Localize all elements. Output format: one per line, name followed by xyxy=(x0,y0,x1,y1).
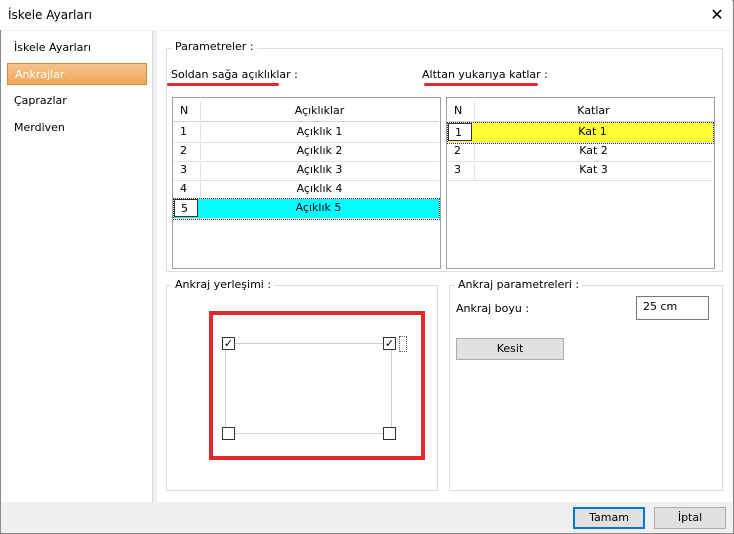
spans-table[interactable]: N Açıklıklar 1 Açıklık 1 2 Açıklık 2 3 A… xyxy=(172,97,441,269)
row-n: 2 xyxy=(180,144,187,157)
anchor-placement-label: Ankraj yerleşimi : xyxy=(172,278,275,291)
sidebar-item-caprazlar[interactable]: Çaprazlar xyxy=(7,90,147,112)
floors-table[interactable]: N Katlar 1 Kat 1 2 Kat 2 3 Kat 3 xyxy=(446,97,715,269)
row-name: Açıklık 1 xyxy=(200,123,438,141)
row-n: 1 xyxy=(448,123,472,141)
floors-label: Alttan yukarıya katlar : xyxy=(422,68,548,81)
row-n: 3 xyxy=(454,163,461,176)
row-n: 3 xyxy=(180,163,187,176)
sidebar-item-label: Merdiven xyxy=(14,121,65,134)
window-title: İskele Ayarları xyxy=(8,8,92,22)
sidebar-item-label: Ankrajlar xyxy=(15,68,65,81)
row-n: 5 xyxy=(174,199,198,217)
row-n: 4 xyxy=(180,182,187,195)
anchor-checkbox-top-right[interactable]: ✓ xyxy=(383,337,396,350)
focus-indicator xyxy=(399,336,407,352)
parameters-group-label: Parametreler : xyxy=(172,40,257,53)
table-row[interactable]: 4 Açıklık 4 xyxy=(174,180,439,200)
row-n: 2 xyxy=(454,144,461,157)
sidebar: İskele Ayarları Ankrajlar Çaprazlar Merd… xyxy=(1,31,153,502)
row-name: Açıklık 3 xyxy=(200,161,438,179)
close-icon[interactable]: ✕ xyxy=(705,3,729,27)
row-name: Açıklık 4 xyxy=(200,180,438,198)
floors-col-n[interactable]: N xyxy=(454,102,462,120)
anchor-checkbox-bottom-left[interactable] xyxy=(222,427,235,440)
table-row[interactable]: 3 Kat 3 xyxy=(448,161,713,181)
sidebar-item-merdiven[interactable]: Merdiven xyxy=(7,117,147,139)
table-row[interactable]: 2 Kat 2 xyxy=(448,142,713,162)
spans-col-n[interactable]: N xyxy=(180,102,188,120)
table-row-selected[interactable]: 1 Kat 1 xyxy=(447,122,714,144)
anchor-checkbox-bottom-right[interactable] xyxy=(383,427,396,440)
anchor-params-label: Ankraj parametreleri : xyxy=(455,278,583,291)
row-name: Kat 1 xyxy=(578,125,607,138)
spans-col-name[interactable]: Açıklıklar xyxy=(200,102,438,120)
row-n: 1 xyxy=(180,125,187,138)
sidebar-item-ankrajlar[interactable]: Ankrajlar xyxy=(7,63,147,85)
floors-label-underline xyxy=(424,83,538,86)
section-button[interactable]: Kesit xyxy=(456,338,564,360)
anchor-checkbox-top-left[interactable]: ✓ xyxy=(222,337,235,350)
table-row[interactable]: 3 Açıklık 3 xyxy=(174,161,439,181)
cancel-button[interactable]: İptal xyxy=(654,507,726,529)
sidebar-item-label: İskele Ayarları xyxy=(14,41,91,54)
floors-table-header: N Katlar xyxy=(448,102,713,122)
table-row[interactable]: 1 Açıklık 1 xyxy=(174,123,439,143)
anchor-length-label: Ankraj boyu : xyxy=(456,302,530,315)
spans-label-underline xyxy=(167,83,279,86)
table-row-selected[interactable]: 5 Açıklık 5 xyxy=(173,198,440,220)
anchor-placement-frame xyxy=(225,343,392,434)
sidebar-item-iskele-ayarlari[interactable]: İskele Ayarları xyxy=(7,37,147,59)
table-row[interactable]: 2 Açıklık 2 xyxy=(174,142,439,162)
ok-button[interactable]: Tamam xyxy=(573,507,645,529)
row-name: Açıklık 5 xyxy=(295,201,342,214)
row-name: Açıklık 2 xyxy=(200,142,438,160)
row-name: Kat 3 xyxy=(474,161,712,179)
spans-label: Soldan sağa açıklıklar : xyxy=(171,68,298,81)
sidebar-item-label: Çaprazlar xyxy=(14,94,67,107)
row-name: Kat 2 xyxy=(474,142,712,160)
anchor-length-input[interactable]: 25 cm xyxy=(636,296,709,320)
spans-table-header: N Açıklıklar xyxy=(174,102,439,122)
floors-col-name[interactable]: Katlar xyxy=(474,102,712,120)
title-bar: İskele Ayarları ✕ xyxy=(0,0,732,30)
